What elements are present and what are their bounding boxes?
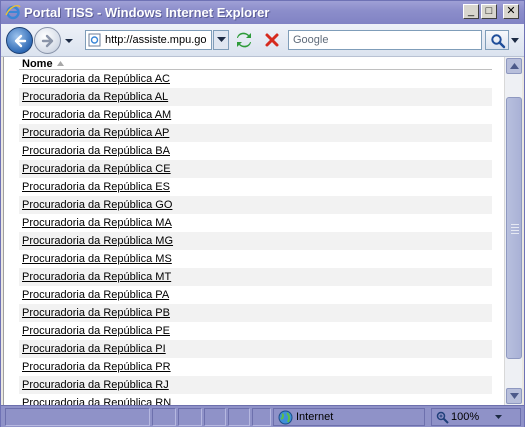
table-row: Procuradoria da República MA	[19, 214, 492, 232]
address-url[interactable]: http://assiste.mpu.go	[105, 34, 211, 46]
address-bar[interactable]: http://assiste.mpu.go	[85, 30, 212, 50]
title-bar: Portal TISS - Windows Internet Explorer …	[1, 1, 524, 24]
procuradoria-link[interactable]: Procuradoria da República MS	[22, 253, 172, 265]
status-text-panel	[5, 408, 150, 426]
table-row: Procuradoria da República PR	[19, 358, 492, 376]
globe-icon	[278, 410, 293, 425]
thumb-grip	[511, 224, 519, 225]
zoom-icon	[436, 411, 449, 424]
table-row: Procuradoria da República PE	[19, 322, 492, 340]
procuradoria-link[interactable]: Procuradoria da República PB	[22, 307, 170, 319]
procuradoria-link[interactable]: Procuradoria da República RJ	[22, 379, 169, 391]
zone-label: Internet	[296, 411, 334, 423]
chevron-down-icon[interactable]	[495, 415, 502, 419]
page-icon	[88, 33, 101, 47]
scroll-up-button[interactable]	[506, 58, 522, 74]
page-content: Nome Procuradoria da República AC Procura…	[3, 57, 504, 405]
zoom-level: 100%	[451, 411, 480, 423]
thumb-grip	[511, 233, 519, 234]
procuradoria-link[interactable]: Procuradoria da República AP	[22, 127, 169, 139]
refresh-icon[interactable]	[234, 30, 254, 50]
thumb-grip	[511, 230, 519, 231]
procuradoria-link[interactable]: Procuradoria da República CE	[22, 163, 171, 175]
status-panel	[252, 408, 271, 426]
search-placeholder: Google	[293, 34, 329, 46]
procuradoria-link[interactable]: Procuradoria da República AC	[22, 73, 170, 85]
search-input[interactable]: Google	[288, 30, 482, 50]
procuradoria-link[interactable]: Procuradoria da República MA	[22, 217, 172, 229]
forward-arrow-icon	[41, 34, 54, 48]
status-panel	[178, 408, 202, 426]
status-panel	[204, 408, 226, 426]
zoom-control[interactable]: 100%	[431, 408, 521, 426]
table-row: Procuradoria da República RJ	[19, 376, 492, 394]
procuradoria-link[interactable]: Procuradoria da República BA	[22, 145, 170, 157]
table-header: Nome	[19, 57, 492, 70]
table-row: Procuradoria da República PB	[19, 304, 492, 322]
table-row: Procuradoria da República AC	[19, 70, 492, 88]
procuradoria-link[interactable]: Procuradoria da República ES	[22, 181, 170, 193]
status-bar: Internet 100%	[1, 405, 524, 427]
status-panel	[152, 408, 176, 426]
search-options-button[interactable]	[510, 30, 520, 50]
navigation-bar: http://assiste.mpu.go Google	[1, 24, 524, 57]
scrollbar-thumb[interactable]	[506, 97, 522, 359]
status-panel	[228, 408, 250, 426]
table-row: Procuradoria da República PI	[19, 340, 492, 358]
procuradoria-link[interactable]: Procuradoria da República PA	[22, 289, 169, 301]
back-button[interactable]	[6, 27, 33, 54]
stop-icon[interactable]	[262, 30, 282, 50]
scroll-down-button[interactable]	[506, 388, 522, 404]
search-icon	[491, 34, 506, 49]
procuradoria-link[interactable]: Procuradoria da República AL	[22, 91, 168, 103]
procuradoria-link[interactable]: Procuradoria da República AM	[22, 109, 171, 121]
back-arrow-icon	[14, 34, 27, 48]
arrow-up-icon	[510, 63, 519, 69]
thumb-grip	[511, 227, 519, 228]
arrow-down-icon	[510, 393, 519, 399]
maximize-button[interactable]: □	[481, 4, 497, 19]
close-button[interactable]: ✕	[503, 4, 519, 19]
browser-window: Portal TISS - Windows Internet Explorer …	[0, 0, 525, 427]
table-row: Procuradoria da República AP	[19, 124, 492, 142]
procuradoria-link[interactable]: Procuradoria da República RN	[22, 397, 171, 405]
procuradoria-link[interactable]: Procuradoria da República GO	[22, 199, 172, 211]
procuradoria-link[interactable]: Procuradoria da República PE	[22, 325, 170, 337]
table-row: Procuradoria da República AM	[19, 106, 492, 124]
table-row: Procuradoria da República MS	[19, 250, 492, 268]
minimize-button[interactable]: _	[463, 4, 479, 19]
table-body: Procuradoria da República AC Procuradoria…	[19, 70, 492, 405]
procuradoria-link[interactable]: Procuradoria da República PR	[22, 361, 171, 373]
chevron-down-icon	[217, 37, 226, 42]
table-row: Procuradoria da República AL	[19, 88, 492, 106]
results-table: Nome Procuradoria da República AC Procura…	[19, 57, 492, 405]
address-dropdown-button[interactable]	[213, 30, 229, 50]
sort-ascending-icon[interactable]	[57, 61, 64, 66]
internet-explorer-icon	[5, 5, 21, 20]
security-zone[interactable]: Internet	[273, 408, 425, 426]
vertical-scrollbar[interactable]	[504, 57, 522, 405]
recent-pages-dropdown-icon[interactable]	[64, 36, 74, 46]
procuradoria-link[interactable]: Procuradoria da República PI	[22, 343, 166, 355]
table-row: Procuradoria da República GO	[19, 196, 492, 214]
window-title: Portal TISS - Windows Internet Explorer	[24, 5, 270, 20]
table-row: Procuradoria da República MT	[19, 268, 492, 286]
search-button[interactable]	[485, 30, 509, 50]
table-row: Procuradoria da República BA	[19, 142, 492, 160]
table-row: Procuradoria da República ES	[19, 178, 492, 196]
procuradoria-link[interactable]: Procuradoria da República MG	[22, 235, 173, 247]
column-header-nome[interactable]: Nome	[22, 58, 53, 70]
procuradoria-link[interactable]: Procuradoria da República MT	[22, 271, 171, 283]
table-row: Procuradoria da República PA	[19, 286, 492, 304]
table-row: Procuradoria da República MG	[19, 232, 492, 250]
chevron-down-icon	[511, 38, 519, 43]
table-row: Procuradoria da República CE	[19, 160, 492, 178]
forward-button[interactable]	[34, 27, 61, 54]
table-row: Procuradoria da República RN	[19, 394, 492, 405]
